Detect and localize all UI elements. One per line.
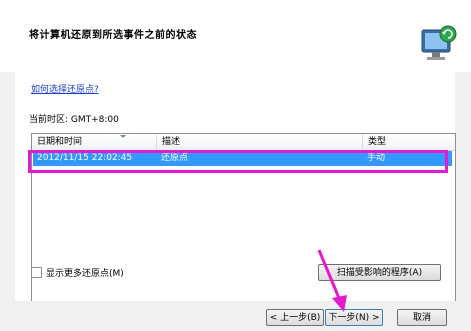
column-header-type[interactable]: 类型 xyxy=(363,134,455,150)
show-more-checkbox-wrap[interactable]: 显示更多还原点(M) xyxy=(31,266,124,279)
cell-type: 手动 xyxy=(367,153,386,163)
table-row[interactable]: 2012/11/15 22:02:45 还原点 手动 xyxy=(33,151,452,166)
show-more-label[interactable]: 显示更多还原点(M) xyxy=(46,266,124,279)
help-link[interactable]: 如何选择还原点? xyxy=(31,82,99,95)
cell-description: 还原点 xyxy=(161,153,189,163)
next-button[interactable]: 下一步(N) > xyxy=(325,309,383,326)
cell-datetime: 2012/11/15 22:02:45 xyxy=(37,153,133,163)
dialog-title: 将计算机还原到所选事件之前的状态 xyxy=(29,30,197,41)
cancel-button[interactable]: 取消 xyxy=(397,309,447,326)
column-header-description[interactable]: 描述 xyxy=(157,134,362,150)
dialog-header: 将计算机还原到所选事件之前的状态 xyxy=(0,0,471,72)
table-header: 日期和时间 描述 类型 xyxy=(32,134,455,151)
sort-caret-icon xyxy=(120,135,126,138)
show-more-checkbox[interactable] xyxy=(31,267,42,278)
back-button[interactable]: < 上一步(B) xyxy=(266,309,324,326)
scan-affected-programs-button[interactable]: 扫描受影响的程序(A) xyxy=(318,264,441,281)
column-header-datetime[interactable]: 日期和时间 xyxy=(32,134,156,150)
system-restore-icon xyxy=(421,25,457,60)
timezone-label: 当前时区: GMT+8:00 xyxy=(29,115,119,125)
restore-points-table[interactable]: 日期和时间 描述 类型 2012/11/15 22:02:45 还原点 手动 xyxy=(31,133,456,324)
